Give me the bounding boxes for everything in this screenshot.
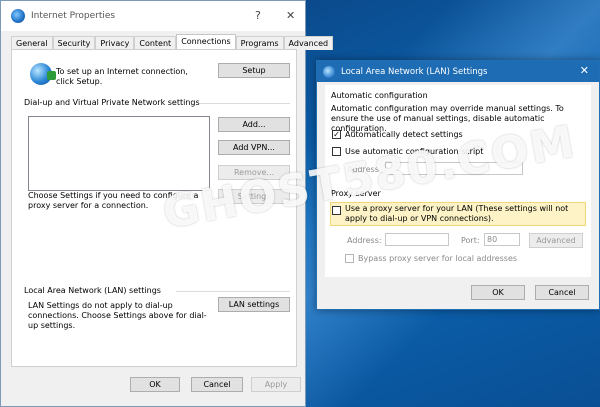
auto-script-checkbox[interactable] [332, 147, 341, 156]
auto-detect-checkbox[interactable]: ✓ [332, 130, 341, 139]
script-address-label: Address [347, 165, 379, 174]
internet-options-icon [323, 65, 335, 78]
tab-advanced[interactable]: Advanced [283, 36, 334, 50]
proxy-address-label: Address: [347, 236, 382, 245]
proxy-hint-text: Choose Settings if you need to configure… [28, 191, 199, 210]
title-bar: Internet Properties ? ✕ [1, 1, 305, 31]
lan-settings-window: Local Area Network (LAN) Settings ✕ Auto… [316, 60, 600, 310]
section-divider [200, 103, 290, 104]
internet-properties-window: Internet Properties ? ✕ General Security… [0, 0, 334, 407]
proxy-group-label: Proxy server [331, 189, 381, 198]
tab-strip: General Security Privacy Content Connect… [11, 34, 334, 50]
tab-general[interactable]: General [11, 36, 53, 50]
dialup-section-label: Dial-up and Virtual Private Network sett… [24, 98, 200, 107]
dialog-footer: OK Cancel Apply [1, 368, 305, 406]
lan-title-bar: Local Area Network (LAN) Settings ✕ [317, 61, 599, 82]
cancel-button[interactable]: Cancel [191, 377, 243, 392]
ok-button[interactable]: OK [471, 285, 525, 300]
close-button[interactable]: ✕ [580, 64, 589, 77]
close-button[interactable]: ✕ [286, 9, 295, 22]
add-button[interactable]: Add... [218, 117, 290, 132]
tab-programs[interactable]: Programs [235, 36, 284, 50]
help-button[interactable]: ? [255, 9, 261, 22]
section-divider [176, 291, 290, 292]
lan-window-title: Local Area Network (LAN) Settings [341, 66, 488, 77]
tab-connections[interactable]: Connections [176, 34, 236, 50]
advanced-button[interactable]: Advanced [529, 233, 583, 248]
globe-network-icon [30, 63, 56, 85]
remove-button[interactable]: Remove... [218, 165, 290, 180]
cancel-button[interactable]: Cancel [535, 285, 589, 300]
bypass-checkbox[interactable] [345, 254, 354, 263]
add-vpn-button[interactable]: Add VPN... [218, 140, 290, 155]
auto-detect-label: Automatically detect settings [345, 130, 463, 139]
proxy-address-field[interactable] [385, 233, 449, 246]
lan-settings-button[interactable]: LAN settings [218, 297, 290, 312]
lan-settings-body: Automatic configuration Automatic config… [325, 85, 591, 277]
port-field[interactable]: 80 [484, 233, 520, 246]
tab-privacy[interactable]: Privacy [95, 36, 135, 50]
setup-text: To set up an Internet connection, click … [56, 67, 188, 86]
auto-config-group-label: Automatic configuration [331, 91, 428, 100]
auto-script-label: Use automatic configuration script [345, 147, 484, 156]
setup-button[interactable]: Setup [218, 63, 290, 78]
use-proxy-checkbox[interactable] [332, 206, 341, 215]
window-title: Internet Properties [31, 11, 116, 21]
internet-options-icon [11, 9, 25, 23]
apply-button[interactable]: Apply [251, 377, 301, 392]
use-proxy-label: Use a proxy server for your LAN (These s… [345, 204, 569, 223]
settings-button[interactable]: Settings [218, 189, 290, 204]
script-address-field[interactable] [385, 162, 523, 175]
ok-button[interactable]: OK [130, 377, 180, 392]
bypass-label: Bypass proxy server for local addresses [358, 254, 518, 263]
lan-hint-text: LAN Settings do not apply to dial-up con… [28, 301, 207, 330]
connections-list[interactable] [28, 116, 210, 191]
port-label: Port: [461, 236, 480, 245]
tab-security[interactable]: Security [52, 36, 96, 50]
tab-content[interactable]: Content [134, 36, 177, 50]
lan-section-label: Local Area Network (LAN) settings [24, 286, 161, 295]
connections-panel: To set up an Internet connection, click … [11, 49, 297, 367]
